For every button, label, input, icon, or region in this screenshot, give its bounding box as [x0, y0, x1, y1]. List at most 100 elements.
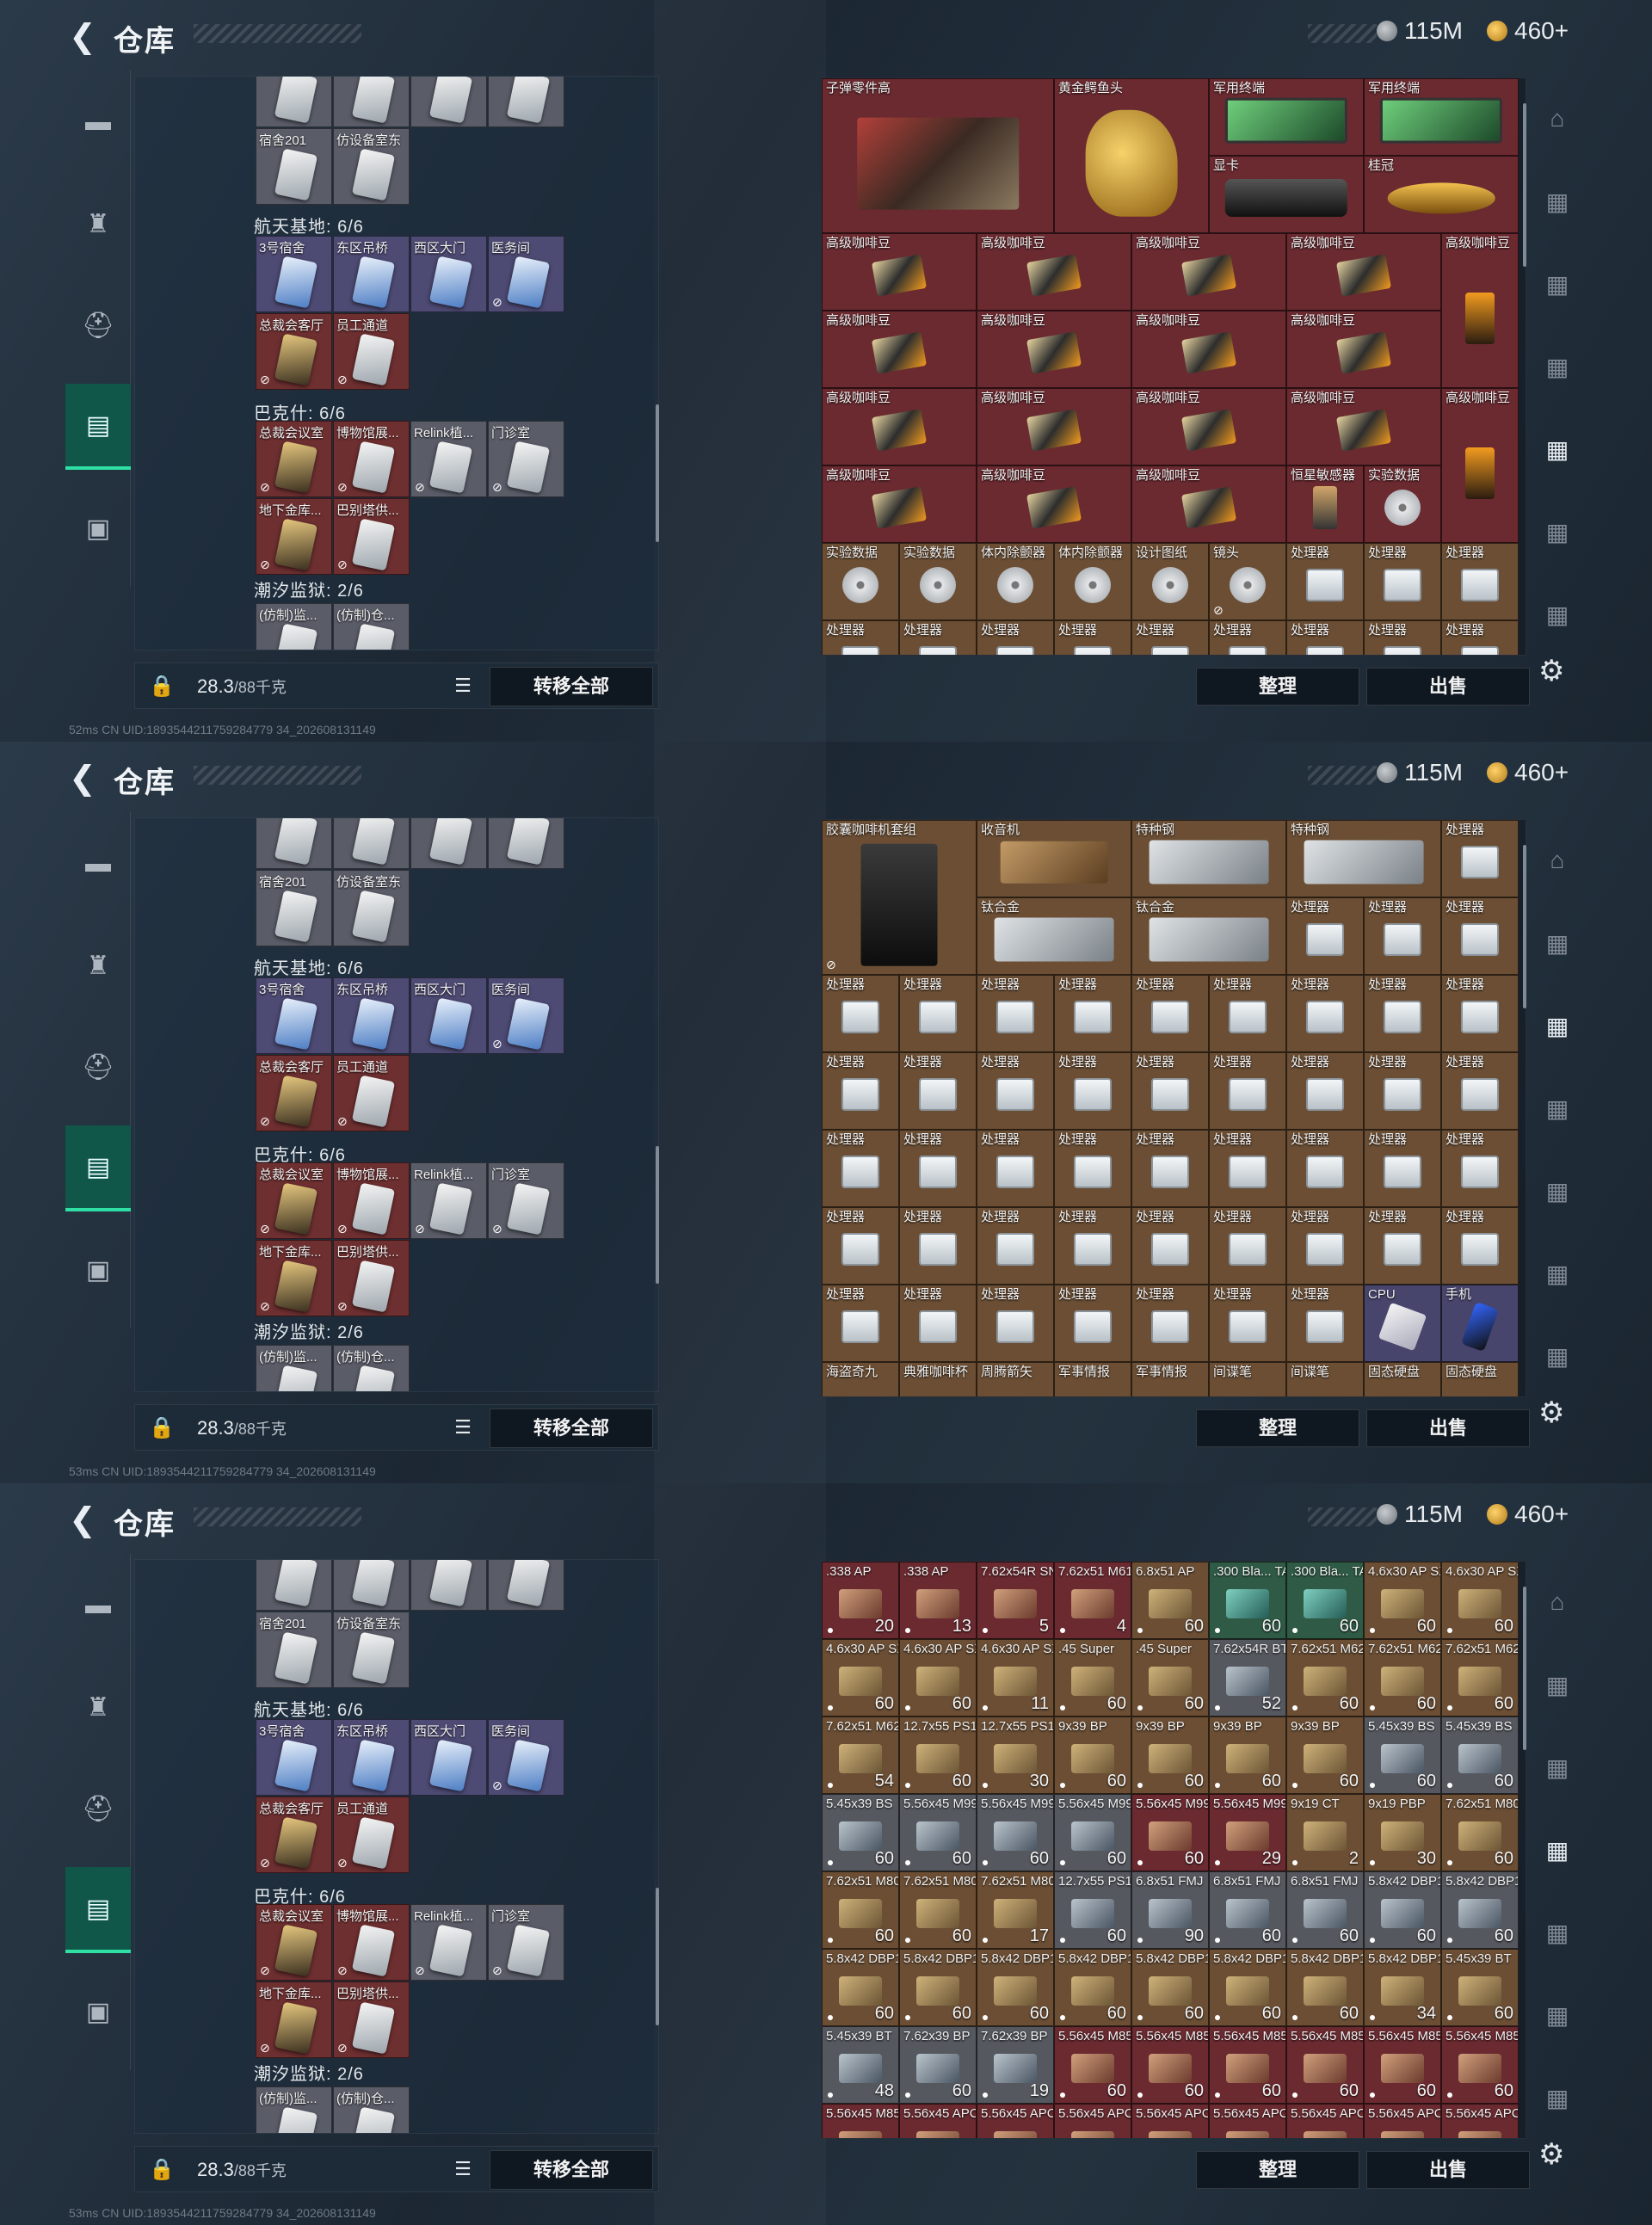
keycard-slot[interactable]: 3号宿舍 — [256, 1719, 332, 1796]
ammo-stack[interactable]: 5.56x45 APC — [1441, 2104, 1519, 2138]
ammo-stack[interactable]: 7.62x51 M61 4 — [1054, 1562, 1131, 1639]
stash-tab-icon[interactable]: ▦ — [1532, 1974, 1583, 2056]
stash-item[interactable]: 固态硬盘 — [1364, 1362, 1441, 1396]
stash-item[interactable]: 特种钢 — [1131, 820, 1286, 897]
stash-item[interactable]: 处理器 — [1286, 1207, 1364, 1285]
ammo-stack[interactable]: 5.56x45 APC — [1286, 2104, 1364, 2138]
ammo-stack[interactable]: 5.8x42 DBP10 60 — [1209, 1949, 1286, 2026]
stash-item[interactable]: 处理器 — [1364, 1130, 1441, 1207]
stash-item[interactable]: 处理器 — [1364, 1207, 1441, 1285]
ammo-stack[interactable]: 5.8x42 DBP10+P 60 — [822, 1949, 899, 2026]
keycard-slot[interactable]: Relink植... ⊘ — [410, 1904, 487, 1981]
keycard-slot[interactable]: 东区吊桥 — [333, 236, 410, 312]
keycard-slot[interactable]: 博物馆展... ⊘ — [333, 1904, 410, 1981]
ammo-stack[interactable]: 9x19 PBP 30 — [1364, 1794, 1441, 1871]
stash-item[interactable]: 特种钢 — [1286, 820, 1441, 897]
sort-button[interactable]: 整理 — [1196, 2151, 1359, 2189]
stash-item[interactable]: 处理器 — [899, 1285, 977, 1362]
stash-item[interactable]: 处理器 — [822, 1052, 899, 1130]
ammo-stack[interactable]: 5.56x45 APC — [1364, 2104, 1441, 2138]
keycard-icon[interactable]: ▤ — [65, 1867, 131, 1953]
toolbox-icon[interactable]: ▣ — [65, 1969, 131, 2055]
stash-item[interactable]: 间谍笔 — [1209, 1362, 1286, 1396]
armor-icon[interactable]: ♜ — [65, 181, 131, 267]
stash-item[interactable]: 高级咖啡豆 — [1441, 233, 1519, 388]
ammo-stack[interactable]: 9x39 BP 60 — [1131, 1717, 1209, 1794]
stash-tab-icon[interactable]: ▦ — [1532, 243, 1583, 325]
stash-item[interactable]: 处理器 — [1131, 1130, 1209, 1207]
stash-item[interactable]: 间谍笔 — [1286, 1362, 1364, 1396]
stash-item[interactable]: 高级咖啡豆 — [1286, 233, 1441, 311]
sort-button[interactable]: 整理 — [1196, 668, 1359, 706]
stash-item[interactable]: 处理器 — [822, 620, 899, 655]
keycard-slot[interactable]: 员工通道 ⊘ — [333, 1055, 410, 1131]
stash-item[interactable]: 处理器 — [1209, 1130, 1286, 1207]
stash-item[interactable]: 处理器 — [899, 975, 977, 1052]
ammo-stack[interactable]: 5.45x39 BS 60 — [822, 1794, 899, 1871]
gear-icon[interactable]: ⚙ — [1538, 654, 1564, 688]
stash-item[interactable]: 处理器 — [977, 1207, 1054, 1285]
toolbox-icon[interactable]: ▣ — [65, 1227, 131, 1313]
stash-item[interactable]: 高级咖啡豆 — [977, 233, 1131, 311]
ammo-stack[interactable]: 5.56x45 M855A1 60 — [1131, 2026, 1209, 2104]
keycard-slot[interactable]: 博物馆展... ⊘ — [333, 1162, 410, 1239]
stash-item[interactable]: 处理器 — [1209, 620, 1286, 655]
ammo-stack[interactable]: 4.6x30 AP SX 11 — [977, 1639, 1054, 1717]
stash-tab-icon[interactable]: ▦ — [1532, 408, 1583, 490]
stash-item[interactable]: 处理器 — [1054, 620, 1131, 655]
keycard-slot[interactable] — [256, 1560, 332, 1611]
stash-item[interactable]: 高级咖啡豆 — [977, 465, 1131, 543]
stash-item[interactable]: 处理器 — [899, 1207, 977, 1285]
stash-item[interactable]: 处理器 — [899, 620, 977, 655]
armor-icon[interactable]: ♜ — [65, 922, 131, 1008]
helmet-icon[interactable]: ⛑ — [65, 282, 131, 368]
stash-tab-icon[interactable]: ▦ — [1532, 902, 1583, 984]
stash-item[interactable]: 处理器 — [1131, 1207, 1209, 1285]
ammo-stack[interactable]: 7.62x51 M62 60 — [1286, 1639, 1364, 1717]
stash-item[interactable]: 固态硬盘 — [1441, 1362, 1519, 1396]
keycard-slot[interactable] — [333, 818, 410, 869]
stash-item[interactable]: 处理器 — [1286, 1285, 1364, 1362]
stash-item[interactable]: 处理器 — [1054, 1130, 1131, 1207]
stash-tab-icon[interactable]: ▦ — [1532, 984, 1583, 1067]
stash-scrollbar[interactable] — [1523, 845, 1526, 1008]
stash-item[interactable]: 体内除颤器 — [977, 543, 1054, 620]
gun-icon[interactable]: ▬ — [65, 821, 131, 907]
list-view-icon[interactable]: ☰ — [448, 672, 478, 701]
ammo-stack[interactable]: 7.62x39 BP 19 — [977, 2026, 1054, 2104]
ammo-stack[interactable]: 7.62x51 M80 60 — [822, 1871, 899, 1949]
keycard-slot[interactable]: 巴别塔供... ⊘ — [333, 1982, 410, 2058]
ammo-stack[interactable]: .45 Super 60 — [1054, 1639, 1131, 1717]
keycard-slot[interactable]: 巴别塔供... ⊘ — [333, 1240, 410, 1316]
stash-item[interactable]: 高级咖啡豆 — [1286, 311, 1441, 388]
sell-button[interactable]: 出售 — [1366, 668, 1530, 706]
keycard-slot[interactable]: 门诊室 ⊘ — [488, 421, 564, 497]
stash-item[interactable]: 海盗奇九 — [822, 1362, 899, 1396]
ammo-stack[interactable]: .338 AP 13 — [899, 1562, 977, 1639]
keycard-slot[interactable]: 仿设备室东 — [333, 128, 410, 205]
stash-item[interactable]: 处理器 — [1054, 1285, 1131, 1362]
stash-item[interactable]: 高级咖啡豆 — [1441, 388, 1519, 543]
keycard-slot[interactable]: 3号宿舍 — [256, 977, 332, 1054]
ammo-stack[interactable]: 7.62x51 M80 60 — [899, 1871, 977, 1949]
stash-item[interactable]: 处理器 — [1209, 1207, 1286, 1285]
stash-item[interactable]: 子弹零件高 — [822, 78, 1054, 233]
stash-item[interactable]: 处理器 — [1054, 1052, 1131, 1130]
left-scrollbar[interactable] — [656, 1888, 659, 2025]
stash-item[interactable]: 处理器 — [899, 1052, 977, 1130]
ammo-stack[interactable]: 12.7x55 PS12B 30 — [977, 1717, 1054, 1794]
ammo-stack[interactable]: 9x39 BP 60 — [1054, 1717, 1131, 1794]
keycard-icon[interactable]: ▤ — [65, 1125, 131, 1211]
keycard-slot[interactable]: 东区吊桥 — [333, 977, 410, 1054]
stash-item[interactable]: 高级咖啡豆 — [1131, 388, 1286, 465]
stash-item[interactable]: 高级咖啡豆 — [1131, 233, 1286, 311]
ammo-stack[interactable]: 5.45x39 BT 60 — [1441, 1949, 1519, 2026]
stash-item[interactable]: 高级咖啡豆 — [1131, 465, 1286, 543]
keycard-slot[interactable]: (仿制)监... — [256, 603, 332, 650]
stash-item[interactable]: 设计图纸 — [1131, 543, 1209, 620]
stash-item[interactable]: 体内除颤器 — [1054, 543, 1131, 620]
keycard-slot[interactable]: Relink植... ⊘ — [410, 1162, 487, 1239]
keycard-slot[interactable]: 宿舍201 — [256, 870, 332, 946]
ammo-stack[interactable]: 5.56x45 M995 60 — [977, 1794, 1054, 1871]
keycard-slot[interactable]: 西区大门 — [410, 1719, 487, 1796]
